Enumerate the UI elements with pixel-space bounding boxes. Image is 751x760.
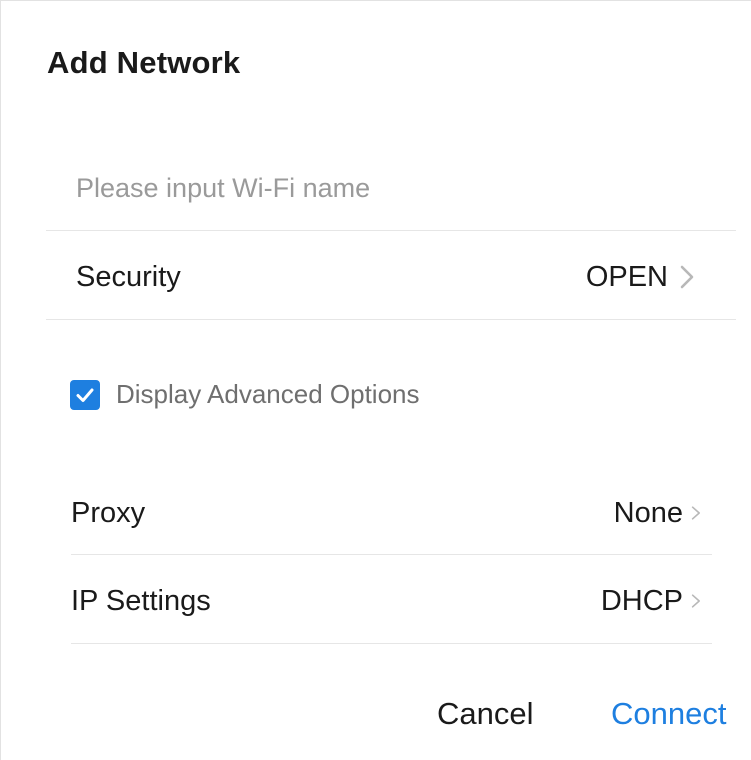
security-value: OPEN	[585, 260, 668, 293]
divider	[71, 554, 712, 555]
dialog-title: Add Network	[47, 45, 241, 80]
divider	[46, 230, 736, 231]
proxy-value: None	[613, 496, 683, 529]
divider	[46, 319, 736, 320]
security-value-wrap: OPEN	[586, 261, 698, 294]
advanced-options-toggle[interactable]: Display Advanced Options	[70, 379, 420, 410]
divider	[71, 643, 712, 644]
proxy-row[interactable]: Proxy None	[71, 487, 705, 539]
ip-settings-value: DHCP	[600, 584, 683, 617]
add-network-dialog: Add Network Security OPEN Display Advanc…	[0, 0, 751, 760]
proxy-label: Proxy	[71, 496, 146, 529]
advanced-options-label: Display Advanced Options	[116, 379, 420, 409]
advanced-options-checkbox[interactable]	[70, 379, 100, 410]
security-row[interactable]: Security OPEN	[76, 251, 698, 303]
ip-settings-value-wrap: DHCP	[601, 585, 705, 618]
ip-settings-label: IP Settings	[71, 584, 211, 617]
proxy-value-wrap: None	[614, 497, 705, 530]
chevron-right-icon	[691, 506, 700, 520]
chevron-right-icon	[691, 594, 700, 608]
ip-settings-row[interactable]: IP Settings DHCP	[71, 575, 705, 627]
chevron-right-icon	[680, 265, 694, 289]
cancel-button[interactable]: Cancel	[437, 696, 534, 732]
checkmark-icon	[76, 388, 94, 402]
wifi-name-input[interactable]	[76, 165, 696, 211]
connect-button[interactable]: Connect	[611, 696, 726, 732]
security-label: Security	[76, 260, 181, 293]
